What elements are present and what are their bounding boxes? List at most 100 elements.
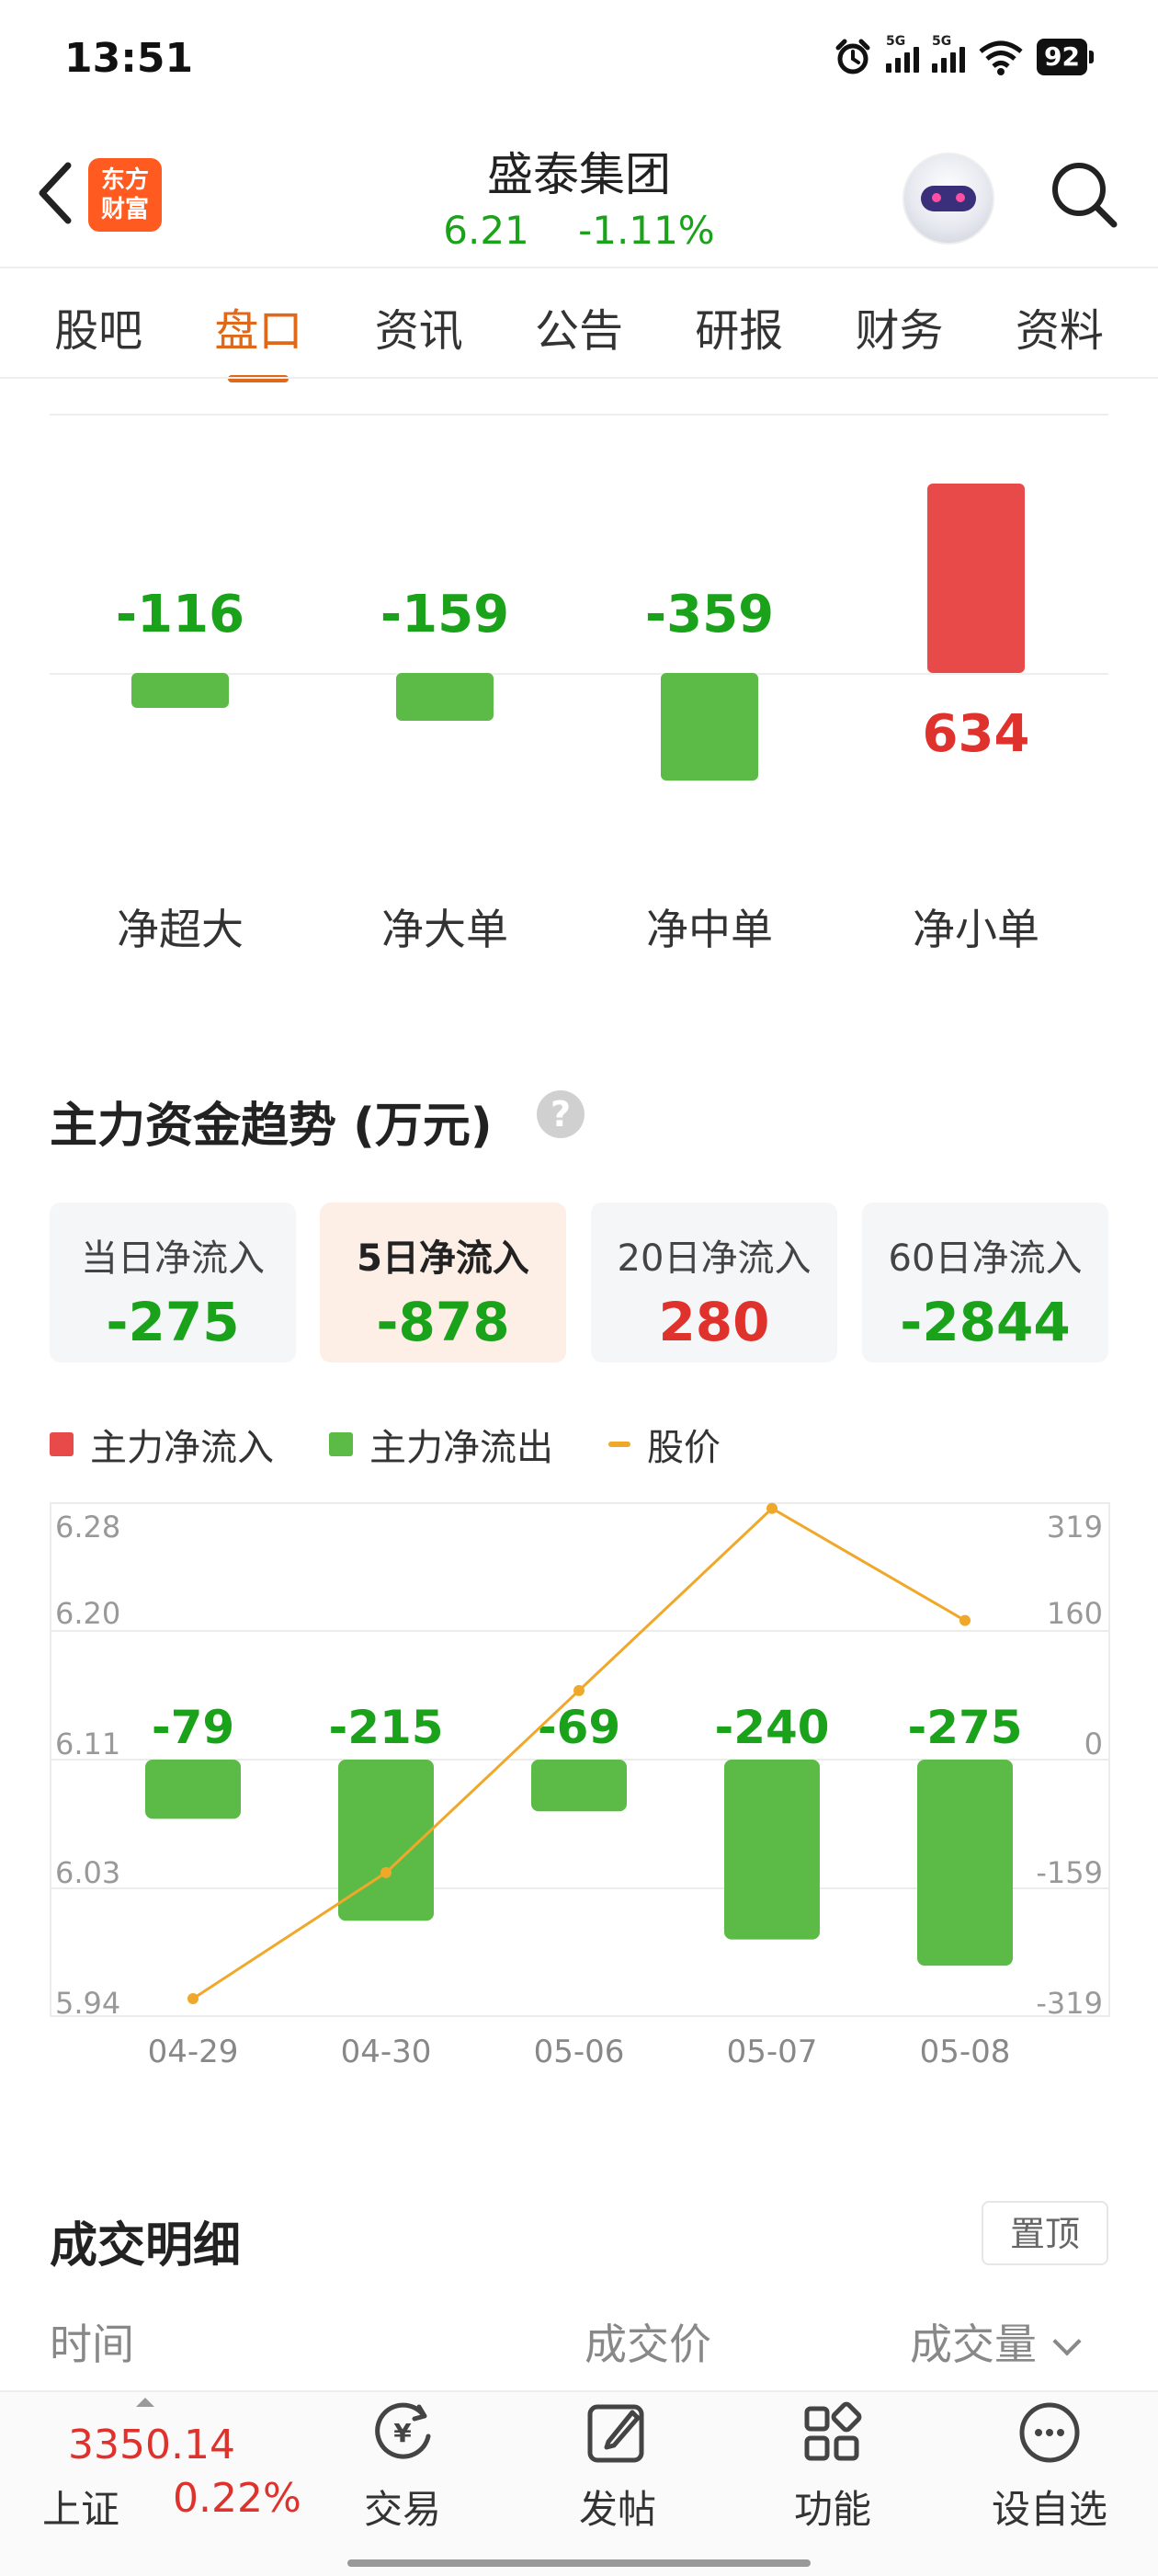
price-point (187, 1993, 199, 2004)
flow-label: 净超大 (117, 905, 244, 954)
flow-bar (131, 673, 229, 708)
left-axis-tick: 6.28 (55, 1510, 120, 1544)
left-axis-tick: 6.20 (55, 1596, 120, 1631)
nav-trade-label: 交易 (363, 2487, 441, 2532)
card-5day[interactable]: 5日净流入 -878 (320, 1203, 566, 1362)
outflow-bar (724, 1760, 820, 1940)
card-label: 60日净流入 (888, 1237, 1083, 1280)
outflow-bar (917, 1760, 1013, 1966)
x-axis-tick: 04-29 (147, 2034, 239, 2070)
right-axis-tick: -319 (1036, 1986, 1103, 2017)
flow-bar (396, 673, 494, 721)
tab-announcements[interactable]: 公告 (529, 294, 629, 359)
tab-research[interactable]: 研报 (689, 294, 789, 359)
price-point (380, 1866, 392, 1878)
card-today[interactable]: 当日净流入 -275 (50, 1203, 296, 1362)
nav-functions-label: 功能 (793, 2487, 871, 2532)
trend-chart: 6.28 6.20 6.11 6.03 5.94 319 160 0 -159 -319 -79 -2… (50, 1502, 1110, 2017)
signal-icon: 5G (886, 34, 920, 73)
right-axis-tick: 0 (1084, 1727, 1103, 1761)
index-change[interactable]: 0.22% (173, 2475, 301, 2522)
battery-icon: 92 (1037, 39, 1087, 75)
nav-post[interactable]: 发帖 (544, 2396, 691, 2535)
x-axis-tick: 05-07 (726, 2034, 818, 2070)
price-point (573, 1684, 585, 1696)
battery-tip (1089, 51, 1094, 63)
trend-title: 主力资金趋势 (万元) (50, 1099, 493, 1154)
help-icon[interactable]: ? (537, 1090, 585, 1138)
search-icon[interactable] (1046, 156, 1119, 230)
bar-value-label: -215 (328, 1701, 443, 1754)
robot-assistant-icon[interactable] (903, 153, 994, 245)
flow-value: -359 (644, 585, 775, 644)
tab-guba[interactable]: 股吧 (49, 294, 148, 359)
card-20day[interactable]: 20日净流入 280 (591, 1203, 837, 1362)
tabs-divider (0, 377, 1158, 379)
card-label: 5日净流入 (357, 1237, 529, 1280)
section-divider (50, 414, 1108, 416)
tab-bar: 股吧 盘口 资讯 公告 研报 财务 资料 (0, 294, 1158, 382)
tab-finance[interactable]: 财务 (850, 294, 949, 359)
nav-watchlist[interactable]: 设自选 (976, 2396, 1123, 2535)
legend-price: 股价 (608, 1418, 721, 1471)
flow-label: 净小单 (913, 905, 1039, 954)
flow-label: 净中单 (646, 905, 773, 954)
index-expand-icon[interactable] (136, 2398, 154, 2407)
index-value[interactable]: 3350.14 (68, 2422, 235, 2468)
nav-functions[interactable]: 功能 (759, 2396, 906, 2535)
trade-icon: ¥ (375, 2402, 431, 2459)
signal-icon-2: 5G (932, 34, 966, 73)
flow-value: 634 (922, 704, 1030, 764)
edit-icon (587, 2404, 644, 2463)
outflow-bar (531, 1760, 627, 1812)
tab-news[interactable]: 资讯 (369, 294, 469, 359)
nav-watchlist-label: 设自选 (991, 2487, 1107, 2532)
grid-icon (804, 2401, 862, 2461)
tab-profile[interactable]: 资料 (1010, 294, 1109, 359)
card-value: -275 (106, 1291, 240, 1353)
col-volume-sort[interactable]: 成交量 (910, 2311, 1082, 2372)
card-value: -2844 (900, 1291, 1071, 1353)
right-axis-tick: -159 (1036, 1855, 1103, 1890)
flow-value: -159 (380, 585, 510, 644)
tab-pankou[interactable]: 盘口 (209, 294, 308, 382)
bar-value-label: -275 (907, 1701, 1022, 1754)
col-volume: 成交量 (910, 2320, 1037, 2369)
pin-top-button[interactable]: 置顶 (982, 2201, 1108, 2265)
more-icon (1019, 2402, 1080, 2463)
card-60day[interactable]: 60日净流入 -2844 (862, 1203, 1108, 1362)
status-time: 13:51 (64, 35, 194, 82)
x-axis-tick: 05-06 (533, 2034, 625, 2070)
alarm-icon (835, 39, 870, 74)
stock-change: -1.11% (578, 208, 715, 253)
left-axis-tick: 5.94 (55, 1986, 120, 2017)
index-name[interactable]: 上证 (42, 2479, 119, 2535)
flow-value: -116 (115, 585, 245, 644)
outflow-bar (145, 1760, 241, 1819)
flow-bar (661, 673, 758, 781)
x-axis-tick: 04-30 (340, 2034, 432, 2070)
card-value: -878 (376, 1291, 510, 1353)
col-time: 时间 (50, 2320, 134, 2369)
svg-text:¥: ¥ (393, 2418, 412, 2448)
bar-value-label: -240 (714, 1701, 829, 1754)
flow-bar (927, 484, 1025, 673)
right-axis-tick: 160 (1047, 1596, 1103, 1631)
legend-inflow: 主力净流入 (50, 1418, 274, 1471)
wifi-icon (979, 40, 1023, 75)
home-indicator (347, 2559, 811, 2567)
card-label: 20日净流入 (617, 1237, 812, 1280)
nav-trade[interactable]: ¥ 交易 (329, 2396, 476, 2535)
x-axis-tick: 05-08 (919, 2034, 1011, 2070)
legend-outflow: 主力净流出 (329, 1418, 553, 1471)
status-icons: 5G 5G 92 (833, 34, 1094, 77)
col-price: 成交价 (585, 2320, 711, 2369)
bar-value-label: -69 (538, 1701, 620, 1754)
bar-value-label: -79 (152, 1701, 234, 1754)
chart-legend: 主力净流入 主力净流出 股价 (50, 1418, 776, 1471)
price-point (959, 1614, 971, 1626)
price-point (766, 1502, 778, 1514)
nav-post-label: 发帖 (578, 2487, 656, 2532)
deals-title: 成交明细 (50, 2218, 242, 2274)
header-divider (0, 267, 1158, 268)
